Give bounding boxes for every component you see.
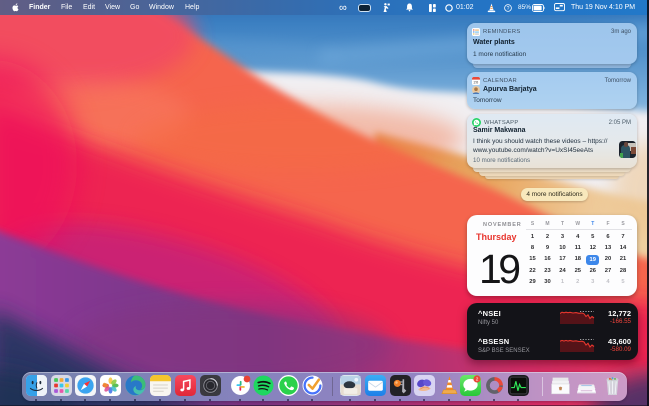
svg-text:?: ? bbox=[507, 6, 510, 12]
svg-text:20: 20 bbox=[473, 79, 479, 84]
svg-text:2: 2 bbox=[476, 376, 479, 382]
